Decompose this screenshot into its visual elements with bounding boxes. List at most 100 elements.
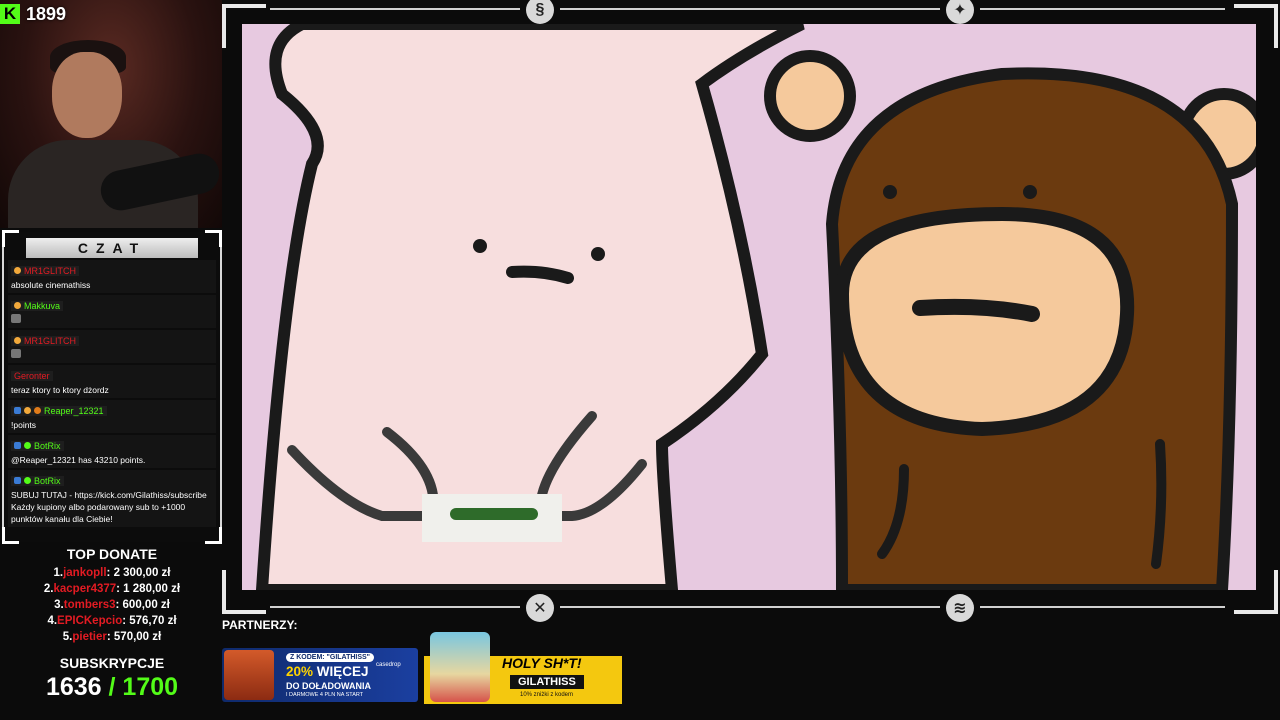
chat-username[interactable]: BotRix (34, 476, 61, 486)
donor-rank: 1. (53, 567, 64, 579)
chat-message: Reaper_12321 !points (8, 400, 216, 433)
chat-message: Geronter teraz ktory to ktory dżordz (8, 365, 216, 398)
casedrop-banner[interactable]: Z KODEM: "GILATHISS" casedrop 20% WIĘCEJ… (222, 648, 418, 702)
bear-mouth (912, 298, 1040, 322)
holy-sub: 10% zniżki z kodem (520, 692, 574, 698)
pink-eye-right (591, 247, 605, 261)
chat-username[interactable]: MR1GLITCH (24, 266, 76, 276)
bear-eye-left (883, 185, 897, 199)
chat-panel: CZAT MR1GLITCH absolute cinemathiss Makk… (2, 230, 222, 544)
viewer-counter: K 1899 (0, 4, 66, 24)
donor-amount: : 576,70 zł (122, 615, 177, 627)
donor-name: EPICKepcio (57, 615, 123, 627)
holy-code: GILATHISS (510, 675, 584, 689)
chat-username[interactable]: BotRix (34, 441, 61, 451)
holy-title: HOLY SH*T! (502, 655, 582, 671)
frame-line (560, 8, 940, 10)
donor-rank: 5. (62, 631, 73, 643)
badge-icon (24, 407, 31, 414)
bear-arm-right (1151, 439, 1167, 569)
chat-message: MR1GLITCH (8, 330, 216, 363)
cartoon-scene (255, 24, 1256, 590)
donor-amount: : 570,00 zł (106, 631, 162, 643)
chat-corner (2, 527, 19, 544)
bot-badge-icon (14, 442, 21, 449)
subs-goal: / 1700 (108, 673, 179, 701)
emote-icon (11, 349, 21, 358)
frame-line (980, 606, 1225, 608)
donor-name: pietier (72, 631, 107, 643)
subscription-goal: SUBSKRYPCJE 1636 / 1700 (0, 655, 224, 702)
donor-row: 1.jankopll: 2 300,00 zł (0, 565, 224, 581)
chat-corner (2, 230, 19, 247)
subs-title: SUBSKRYPCJE (59, 655, 165, 671)
frame-line (980, 8, 1225, 10)
partners-label: PARTNERZY: (222, 618, 298, 632)
sponsor-logo-icon: ✕ (526, 594, 554, 622)
streamer-head (52, 52, 122, 138)
badge-icon (14, 267, 21, 274)
top-donate-widget: TOP DONATE 1.jankopll: 2 300,00 zł 2.kac… (0, 546, 224, 645)
pink-nose (506, 265, 574, 284)
badge-icon (34, 407, 41, 414)
bear-ear-left (764, 50, 856, 142)
chat-text: @Reaper_12321 has 43210 points. (11, 455, 146, 465)
chat-message: Makkuva (8, 295, 216, 328)
badge-icon (24, 442, 31, 449)
webcam-feed: K 1899 (0, 0, 222, 228)
chat-header: CZAT (26, 238, 198, 258)
donor-rank: 3. (54, 599, 64, 611)
donor-row: 3.tombers3: 600,00 zł (0, 597, 224, 613)
top-donate-title: TOP DONATE (66, 546, 158, 562)
casedrop-brand: casedrop (376, 662, 401, 668)
donor-amount: : 2 300,00 zł (106, 567, 171, 579)
chat-corner (205, 230, 222, 247)
chat-text: absolute cinemathiss (11, 280, 91, 290)
casedrop-line3: I DARMOWE 4 PLN NA START (286, 692, 364, 698)
frame-line (270, 606, 520, 608)
chat-username[interactable]: MR1GLITCH (24, 336, 76, 346)
subs-current: 1636 (45, 673, 102, 701)
donor-name: jankopll (63, 567, 107, 579)
donor-amount: : 1 280,00 zł (116, 583, 181, 595)
chat-text: teraz ktory to ktory dżordz (11, 385, 109, 395)
casedrop-headline: WIĘCEJ (313, 664, 369, 679)
chat-message: BotRix SUBUJ TUTAJ - https://kick.com/Gi… (8, 470, 216, 527)
casedrop-code: Z KODEM: "GILATHISS" (286, 653, 375, 662)
chat-text: SUBUJ TUTAJ - https://kick.com/Gilathiss… (11, 490, 207, 524)
sponsor-logo-icon: § (526, 0, 554, 24)
treasure-chest-icon (224, 650, 274, 700)
badge-icon (14, 302, 21, 309)
bear-eye-right (1023, 185, 1037, 199)
emote-icon (11, 314, 21, 323)
badge-icon (24, 477, 31, 484)
chat-username[interactable]: Makkuva (24, 301, 60, 311)
donor-name: kacper4377 (53, 583, 117, 595)
donor-row: 5.pietier: 570,00 zł (0, 629, 224, 645)
donor-row: 4.EPICKepcio: 576,70 zł (0, 613, 224, 629)
video-player[interactable] (242, 24, 1256, 590)
donor-row: 2.kacper4377: 1 280,00 zł (0, 581, 224, 597)
compass-logo-icon: ✦ (946, 0, 974, 24)
frame-line (560, 606, 940, 608)
frame-line (270, 8, 520, 10)
badge-icon (14, 407, 21, 414)
badge-icon (14, 337, 21, 344)
donor-rank: 4. (47, 615, 58, 627)
donor-name: tombers3 (63, 599, 116, 611)
donor-amount: : 600,00 zł (115, 599, 170, 611)
pink-eye-left (473, 239, 487, 253)
chat-username[interactable]: Reaper_12321 (44, 406, 104, 416)
chat-text: !points (11, 420, 37, 430)
bot-badge-icon (14, 477, 21, 484)
casedrop-percent: 20% (286, 664, 314, 679)
chat-message: BotRix @Reaper_12321 has 43210 points. (8, 435, 216, 468)
holy-banner[interactable]: HOLY SH*T! GILATHISS 10% zniżki z kodem (424, 632, 622, 704)
chat-corner (205, 527, 222, 544)
sponsor-logo-icon: ≋ (946, 594, 974, 622)
chat-message: MR1GLITCH absolute cinemathiss (8, 260, 216, 293)
kick-logo-icon: K (0, 4, 20, 24)
chat-username[interactable]: Geronter (14, 371, 50, 381)
viewer-count: 1899 (26, 3, 67, 24)
bear-face (834, 206, 1135, 437)
